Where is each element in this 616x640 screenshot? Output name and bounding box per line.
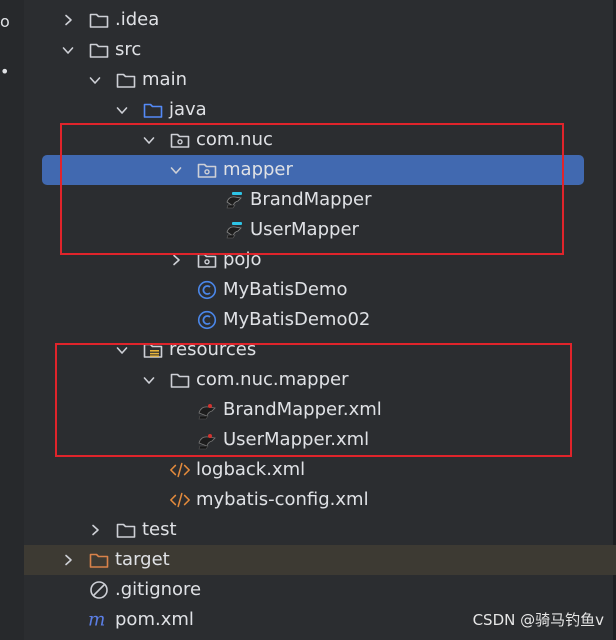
tree-item-pojo[interactable]: pojo [24,245,616,275]
tree-item-label: BrandMapper [250,189,372,210]
tree-item-label: test [142,519,177,540]
package-icon [169,130,191,150]
package-icon [196,160,218,180]
chevron-right-icon[interactable] [60,5,76,35]
tree-item-logback-xml[interactable]: logback.xml [24,455,616,485]
tree-item-label: java [169,99,207,120]
tree-item-mybatis-config-xml[interactable]: mybatis-config.xml [24,485,616,515]
tree-item-label: UserMapper.xml [223,429,370,450]
tree-item-label: pojo [223,249,262,270]
mybatis-mapper-icon [223,190,245,210]
source-folder-icon [142,100,164,120]
tree-item-label: MyBatisDemo [223,279,348,300]
java-class-icon [196,280,218,300]
mybatis-xml-icon [196,430,218,450]
chevron-right-icon[interactable] [87,515,103,545]
xml-file-icon [169,460,191,480]
tree-item-label: .idea [115,9,160,30]
folder-icon [88,40,110,60]
tree-item-test[interactable]: test [24,515,616,545]
strip-icon-dot[interactable]: • [0,62,9,81]
excluded-folder-icon [88,550,110,570]
chevron-down-icon[interactable] [141,365,157,395]
svg-text:m: m [88,610,105,630]
tree-item-com-nuc-mapper[interactable]: com.nuc.mapper [24,365,616,395]
maven-icon: m [88,610,110,630]
tree-item-label: mybatis-config.xml [196,489,369,510]
resources-folder-icon [142,340,164,360]
tree-item-label: mapper [223,159,293,180]
tree-item-com-nuc[interactable]: com.nuc [24,125,616,155]
tree-item-mapper[interactable]: mapper [42,155,584,185]
tree-item-label: resources [169,339,257,360]
tree-item-mybatis-demo[interactable]: MyBatisDemo [24,275,616,305]
folder-icon [169,370,191,390]
xml-file-icon [169,490,191,510]
tree-item-main[interactable]: main [24,65,616,95]
tree-item-mybatis-demo02[interactable]: MyBatisDemo02 [24,305,616,335]
folder-icon [115,520,137,540]
tree-item-src[interactable]: src [24,35,616,65]
tree-item-label: main [142,69,187,90]
chevron-down-icon[interactable] [114,95,130,125]
tree-item-brand-mapper-xml[interactable]: BrandMapper.xml [24,395,616,425]
chevron-down-icon[interactable] [141,125,157,155]
tree-item-user-mapper-xml[interactable]: UserMapper.xml [24,425,616,455]
mybatis-xml-icon [196,400,218,420]
chevron-down-icon[interactable] [114,335,130,365]
tree-item-java[interactable]: java [24,95,616,125]
tree-item-label: com.nuc [196,129,273,150]
strip-icon-top[interactable]: o [0,12,10,31]
tree-item-resources[interactable]: resources [24,335,616,365]
tool-window-strip: o • [0,0,24,640]
tree-item-label: UserMapper [250,219,359,240]
folder-icon [115,70,137,90]
chevron-down-icon[interactable] [87,65,103,95]
chevron-right-icon[interactable] [168,245,184,275]
tree-item-label: target [115,549,170,570]
tree-item-label: .gitignore [115,579,202,600]
tree-item-label: BrandMapper.xml [223,399,382,420]
folder-icon [88,10,110,30]
tree-item-target[interactable]: target [24,545,616,575]
tree-item-brand-mapper[interactable]: BrandMapper [24,185,616,215]
chevron-down-icon[interactable] [60,35,76,65]
tree-item-user-mapper[interactable]: UserMapper [24,215,616,245]
tree-item-label: pom.xml [115,609,194,630]
tree-item-label: com.nuc.mapper [196,369,349,390]
package-icon [196,250,218,270]
gitignore-icon [88,580,110,600]
chevron-down-icon[interactable] [168,155,184,185]
tree-item-label: MyBatisDemo02 [223,309,371,330]
tree-item-label: src [115,39,142,60]
tree-item-gitignore[interactable]: .gitignore [24,575,616,605]
tree-item-label: logback.xml [196,459,306,480]
java-class-icon [196,310,218,330]
mybatis-mapper-icon [223,220,245,240]
chevron-right-icon[interactable] [60,545,76,575]
tree-item-idea[interactable]: .idea [24,5,616,35]
watermark: CSDN @骑马钓鱼v [472,611,604,629]
